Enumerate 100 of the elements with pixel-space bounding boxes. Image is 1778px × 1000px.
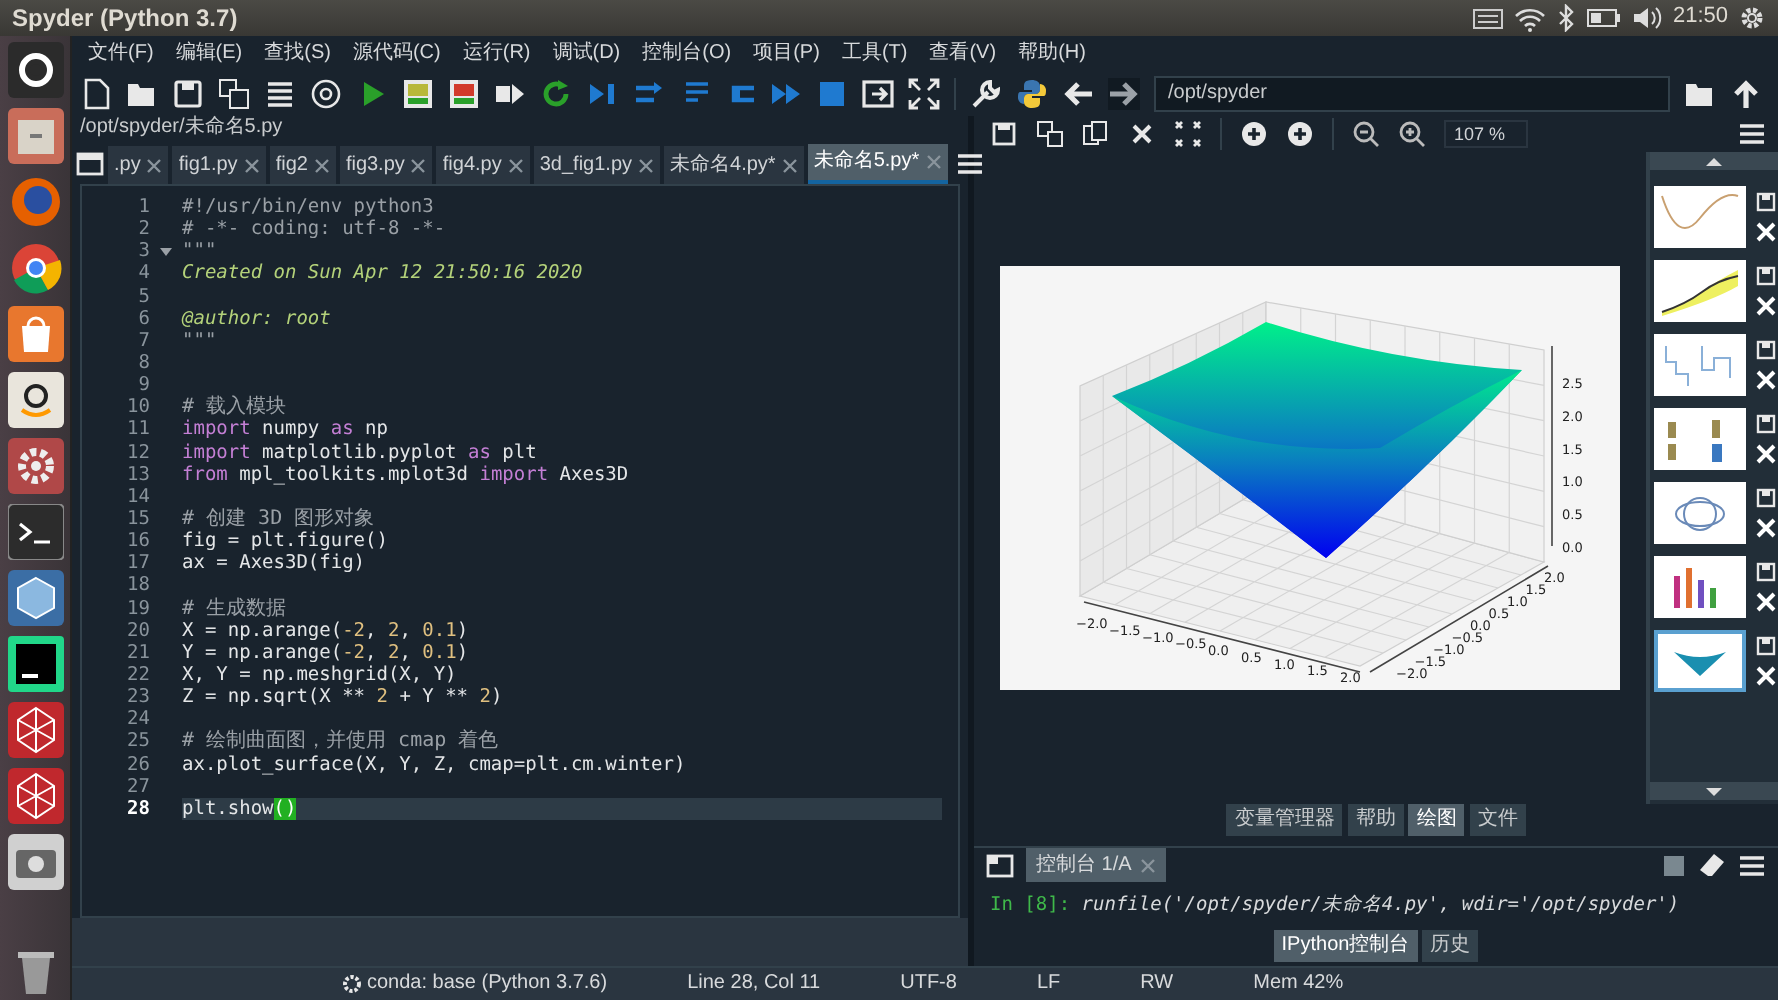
editor-tab[interactable]: 未命名5.py* [807,144,948,184]
menu-item[interactable]: 文件(F) [88,42,154,66]
bluetooth-icon[interactable] [1556,4,1577,32]
save-all-icon[interactable] [1036,120,1064,148]
wifi-icon[interactable] [1514,4,1547,32]
wrench-icon[interactable] [970,78,1002,110]
python-logo-icon[interactable] [1016,78,1048,110]
plot-thumbnail[interactable] [1653,186,1745,248]
menu-item[interactable]: 查看(V) [929,42,997,66]
console-tab[interactable]: 控制台 1/A [1026,848,1166,882]
editor-tab[interactable]: fig3.py [339,146,433,184]
run-selection-icon[interactable] [494,78,526,110]
save-icon[interactable] [1755,562,1775,582]
pane-tab[interactable]: 文件 [1469,804,1526,836]
console-window-icon[interactable] [986,851,1014,879]
menu-item[interactable]: 项目(P) [753,42,820,66]
path-field[interactable]: /opt/spyder [1154,76,1670,112]
save-icon[interactable] [990,120,1018,148]
open-folder-icon[interactable] [126,78,158,110]
keyboard-icon[interactable] [1472,4,1505,32]
run-cell-icon[interactable] [402,78,434,110]
save-all-icon[interactable] [218,78,250,110]
maximize-pane-icon[interactable] [862,78,894,110]
plot-thumbnail[interactable] [1653,334,1745,396]
spiderweb-icon[interactable] [7,702,63,758]
menu-item[interactable]: 运行(R) [462,42,531,66]
copy-icon[interactable] [1082,120,1110,148]
spiderweb-icon[interactable] [7,768,63,824]
zoom-field[interactable]: 107 % [1444,120,1528,148]
editor-tab[interactable]: fig1.py [172,146,266,184]
pane-tab[interactable]: 变量管理器 [1226,804,1343,836]
save-icon[interactable] [1755,192,1775,212]
ide-icon[interactable] [7,636,63,692]
run-cell-advance-icon[interactable] [448,78,480,110]
list-icon[interactable] [264,78,296,110]
console-pane-tab[interactable]: 历史 [1422,930,1479,962]
forward-arrow-icon[interactable] [1108,78,1140,110]
stop-icon[interactable] [1662,853,1686,877]
menu-icon[interactable] [1738,122,1766,146]
back-arrow-icon[interactable] [1062,78,1094,110]
new-file-icon[interactable] [80,78,112,110]
plot-thumbnail[interactable] [1653,482,1745,544]
code-line: Created on Sun Apr 12 21:50:16 2020 [182,262,585,286]
editor-tab[interactable]: 未命名4.py* [664,146,804,184]
terminal-icon[interactable] [7,504,63,560]
tab-menu-icon[interactable] [955,152,984,176]
gear-icon[interactable] [1738,4,1766,32]
menu-item[interactable]: 控制台(O) [642,42,732,66]
open-folder-icon[interactable] [1684,78,1716,110]
plot-thumbnail[interactable] [1653,630,1745,692]
scroll-down-button[interactable] [1650,782,1778,800]
menu-icon[interactable] [1738,853,1766,877]
at-sign-icon[interactable] [310,78,342,110]
step-icon[interactable] [586,78,618,110]
save-icon[interactable] [1755,488,1775,508]
camera-icon[interactable] [7,834,63,890]
save-icon[interactable] [1755,340,1775,360]
menu-item[interactable]: 查找(S) [264,42,331,66]
plot-thumbnail[interactable] [1653,260,1745,322]
browse-tabs-icon[interactable] [76,150,104,178]
cube-icon[interactable] [7,570,63,626]
fullscreen-icon[interactable] [908,78,940,110]
browser-icon[interactable] [7,240,63,296]
editor-tab[interactable]: fig4.py [436,146,530,184]
shopping-bag-icon[interactable] [7,306,63,362]
pane-tab[interactable]: 帮助 [1347,804,1404,836]
plot-thumbnail[interactable] [1653,556,1745,618]
zoom-in-icon[interactable] [1398,120,1426,148]
close-icon[interactable] [1128,120,1156,148]
editor-tab[interactable]: .py [108,146,169,184]
zoom-out-icon[interactable] [1352,120,1380,148]
console-pane-tab[interactable]: IPython控制台 [1273,930,1418,962]
rerun-icon[interactable] [540,78,572,110]
up-arrow-icon[interactable] [1730,78,1762,110]
fold-arrow-icon[interactable] [160,247,172,256]
save-icon[interactable] [1755,414,1775,434]
menu-item[interactable]: 调试(D) [552,42,621,66]
stop-icon[interactable] [816,78,848,110]
circle-logo-icon[interactable] [7,42,63,98]
continue-icon[interactable] [770,78,802,110]
eraser-icon[interactable] [1698,851,1726,879]
editor-tab[interactable]: fig2 [269,146,336,184]
globe-icon[interactable] [7,174,63,230]
volume-icon[interactable] [1632,4,1663,32]
save-icon[interactable] [1755,636,1775,656]
save-icon[interactable] [1755,266,1775,286]
gear-icon[interactable] [7,438,63,494]
plot-thumbnail[interactable] [1653,408,1745,470]
cabinet-icon[interactable] [7,108,63,164]
box-icon[interactable] [7,372,63,428]
menu-item[interactable]: 编辑(E) [175,42,243,66]
menu-item[interactable]: 工具(T) [841,42,908,66]
scroll-up-button[interactable] [1650,152,1778,170]
battery-icon[interactable] [1586,4,1623,32]
menu-item[interactable]: 帮助(H) [1018,42,1086,66]
menu-item[interactable]: 源代码(C) [352,42,441,66]
save-icon[interactable] [172,78,204,110]
editor-tab[interactable]: 3d_fig1.py [533,146,661,184]
pane-tab[interactable]: 绘图 [1408,804,1465,836]
close-all-icon[interactable] [1174,120,1202,148]
